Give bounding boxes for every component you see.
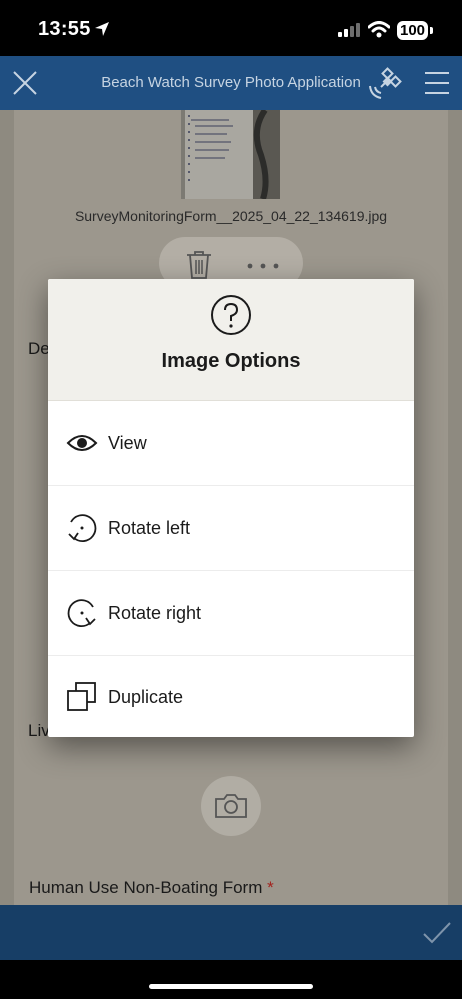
hamburger-menu-icon[interactable] <box>424 71 450 95</box>
photo-filename: SurveyMonitoringForm__2025_04_22_134619.… <box>74 208 388 224</box>
home-indicator[interactable] <box>149 984 313 989</box>
option-rotate-left[interactable]: Rotate left <box>48 486 414 571</box>
duplicate-icon <box>67 682 96 711</box>
photo-thumbnail[interactable] <box>181 110 280 199</box>
app-title: Beach Watch Survey Photo Application <box>101 74 361 91</box>
option-label: Rotate left <box>108 518 191 538</box>
camera-icon <box>215 794 247 818</box>
status-time: 13:55 <box>38 18 91 40</box>
human-use-label-text: Human Use Non-Boating Form <box>29 878 263 897</box>
human-use-label: Human Use Non-Boating Form * <box>29 878 274 898</box>
trash-icon[interactable] <box>184 249 214 279</box>
rotate-left-icon <box>68 514 97 543</box>
bottom-bar <box>0 905 462 960</box>
close-icon[interactable] <box>12 70 38 96</box>
option-label: Rotate right <box>108 603 202 623</box>
option-label: Duplicate <box>108 687 184 707</box>
option-duplicate[interactable]: Duplicate <box>48 655 414 737</box>
battery-tip <box>430 27 433 34</box>
rotate-right-icon <box>67 599 96 628</box>
cellular-signal-icon <box>338 23 360 37</box>
dialog-title: Image Options <box>161 350 301 372</box>
home-indicator-area <box>0 960 462 999</box>
app-bar: Beach Watch Survey Photo Application <box>0 56 462 110</box>
option-view[interactable]: View <box>48 401 414 486</box>
help-icon <box>211 295 251 335</box>
option-rotate-right[interactable]: Rotate right <box>48 571 414 656</box>
field-label-partial: De <box>28 339 50 358</box>
photo-image-icon <box>181 110 280 199</box>
more-icon[interactable] <box>247 263 279 269</box>
eye-icon <box>66 435 98 451</box>
battery-indicator: 100 <box>397 21 428 40</box>
field-label-partial: Liv <box>28 721 50 740</box>
option-label: View <box>108 433 147 453</box>
satellite-gps-icon[interactable] <box>366 66 402 102</box>
image-options-dialog: Image Options View Rotate left Rotate ri… <box>48 279 414 737</box>
wifi-icon <box>368 21 390 38</box>
location-arrow-icon <box>95 22 109 36</box>
status-bar: 13:55 100 <box>0 0 462 56</box>
dialog-header: Image Options <box>48 279 414 401</box>
checkmark-icon[interactable] <box>422 921 452 945</box>
camera-button[interactable] <box>201 776 261 836</box>
required-marker: * <box>267 878 274 897</box>
